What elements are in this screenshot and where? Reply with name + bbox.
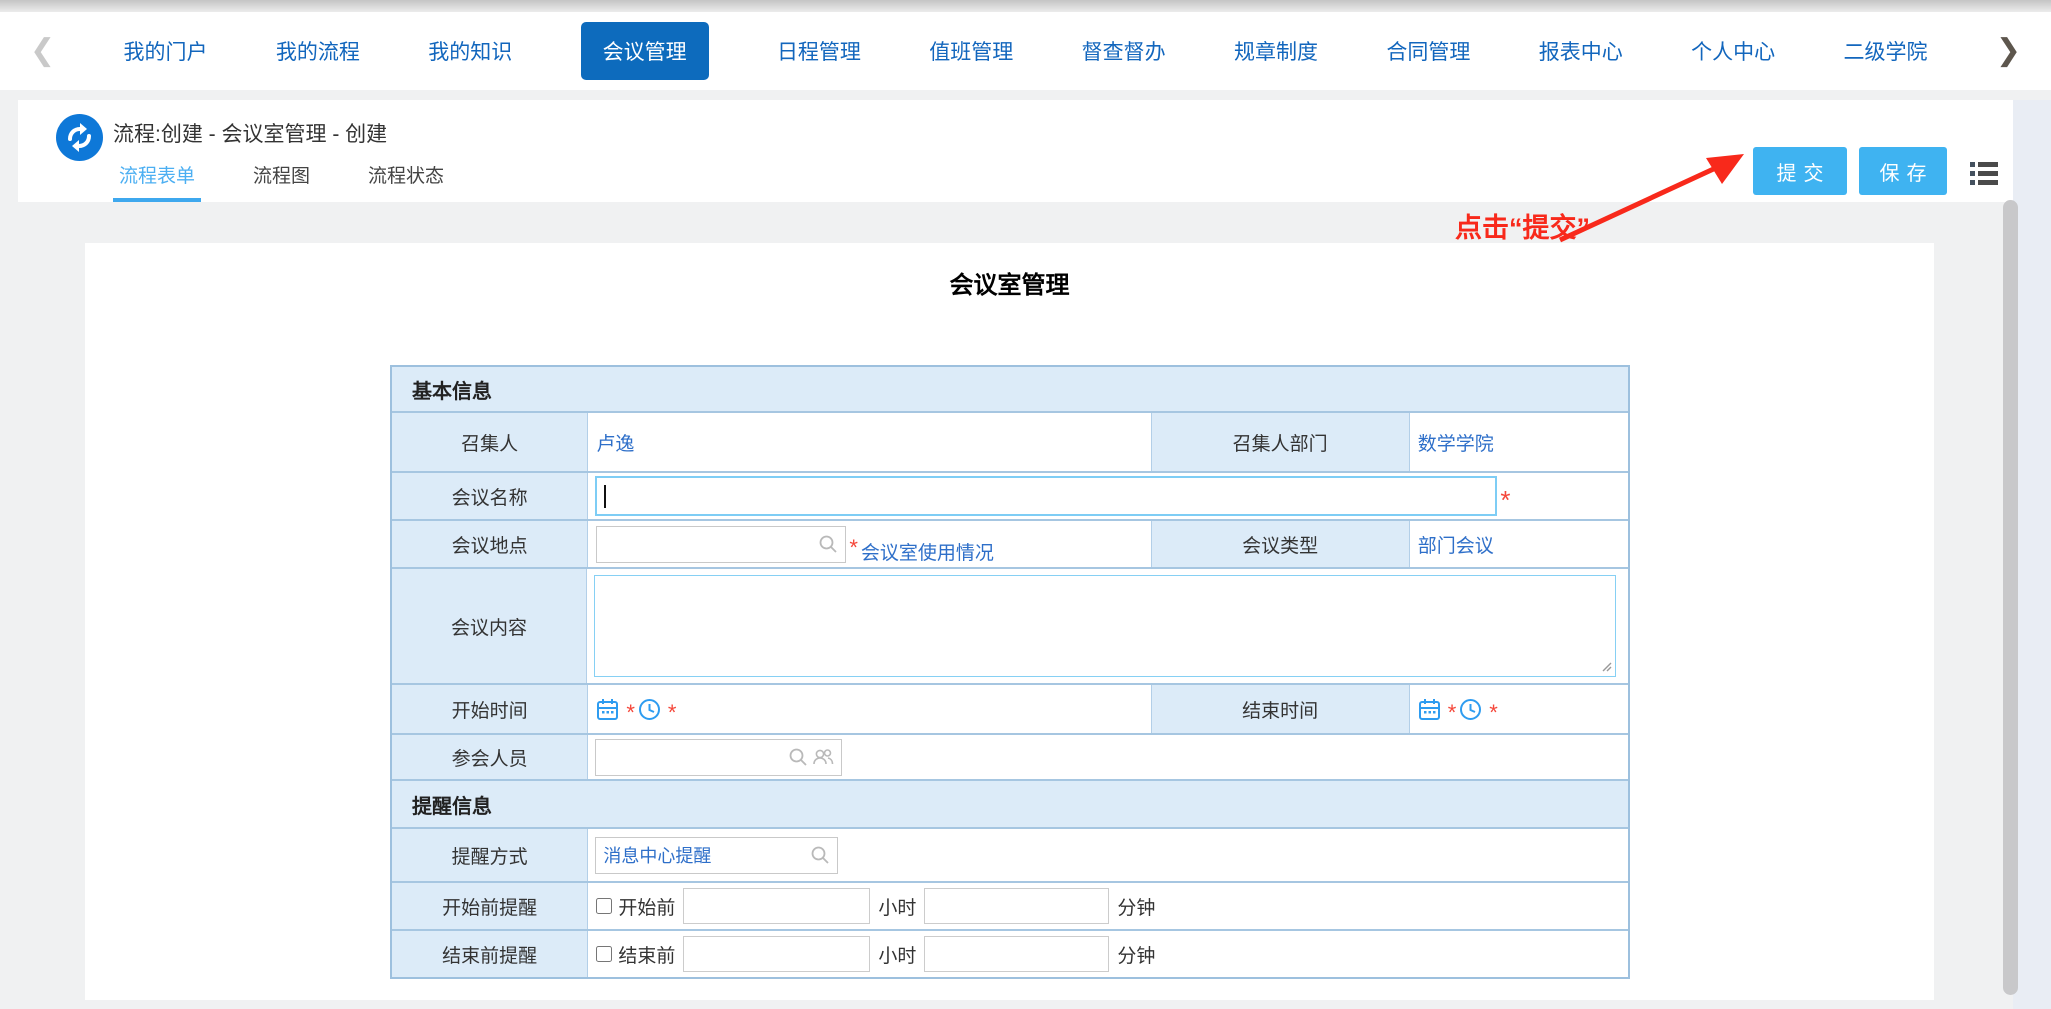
- required-asterisk: *: [1500, 495, 1510, 505]
- row-attendees: 参会人员: [392, 733, 1628, 779]
- required-asterisk: *: [1489, 708, 1498, 718]
- row-before-start-reminder: 开始前提醒 开始前 小时 分钟: [392, 881, 1628, 929]
- row-before-end-reminder: 结束前提醒 结束前 小时 分钟: [392, 929, 1628, 977]
- meeting-place-label: 会议地点: [392, 521, 587, 567]
- section-reminder-label: 提醒信息: [392, 781, 1628, 827]
- before-end-prefix: 结束前: [618, 941, 675, 968]
- tab-process-chart[interactable]: 流程图: [247, 161, 316, 202]
- remind-method-input[interactable]: [595, 837, 838, 874]
- required-asterisk: *: [849, 543, 858, 553]
- nav-item-meeting-active[interactable]: 会议管理: [581, 22, 709, 80]
- list-menu-icon[interactable]: [1968, 157, 2000, 189]
- meeting-place-input[interactable]: [596, 526, 846, 563]
- tab-process-status[interactable]: 流程状态: [362, 161, 450, 202]
- annotation-arrow-icon: [1548, 140, 1753, 245]
- main-nav: ❮ 我的门户 我的流程 我的知识 会议管理 日程管理 值班管理 督查督办 规章制…: [0, 12, 2051, 90]
- before-end-label: 结束前提醒: [392, 931, 587, 977]
- convener-value: 卢逸: [587, 413, 1150, 471]
- start-time-label: 开始时间: [392, 685, 587, 733]
- section-basic-label: 基本信息: [392, 367, 1628, 411]
- form-title: 会议室管理: [85, 265, 1934, 300]
- minutes-suffix: 分钟: [1117, 941, 1155, 968]
- tab-process-form[interactable]: 流程表单: [113, 161, 201, 202]
- text-caret: [604, 485, 606, 508]
- minutes-suffix: 分钟: [1117, 893, 1155, 920]
- before-end-checkbox[interactable]: [596, 946, 612, 962]
- process-title: 流程:创建 - 会议室管理 - 创建: [113, 118, 387, 148]
- window-top-strip: [0, 0, 2051, 12]
- meeting-name-input[interactable]: [595, 476, 1497, 516]
- scrollbar-thumb[interactable]: [2003, 200, 2018, 995]
- before-start-checkbox[interactable]: [596, 898, 612, 914]
- search-icon[interactable]: [788, 747, 808, 767]
- calendar-icon[interactable]: [1418, 698, 1441, 721]
- required-asterisk: *: [626, 708, 635, 718]
- nav-item-contract[interactable]: 合同管理: [1386, 36, 1470, 66]
- meeting-content-label: 会议内容: [392, 569, 586, 683]
- nav-item-supervise[interactable]: 督查督办: [1082, 36, 1166, 66]
- nav-item-schedule[interactable]: 日程管理: [777, 36, 861, 66]
- workflow-logo-icon: [56, 114, 103, 161]
- end-time-label: 结束时间: [1151, 685, 1409, 733]
- nav-scroll-left-icon[interactable]: ❮: [30, 36, 55, 66]
- nav-scroll-right-icon[interactable]: ❯: [1996, 36, 2021, 66]
- meeting-name-label: 会议名称: [392, 473, 587, 519]
- nav-item-rules[interactable]: 规章制度: [1234, 36, 1318, 66]
- convener-label: 召集人: [392, 413, 587, 471]
- meeting-type-value: 部门会议: [1409, 521, 1628, 567]
- meeting-form-table: 基本信息 召集人 卢逸 召集人部门 数学学院 会议名称 * 会议地点: [390, 365, 1630, 979]
- hours-suffix: 小时: [878, 941, 916, 968]
- attendees-picker-icon[interactable]: [812, 747, 834, 767]
- search-icon[interactable]: [818, 534, 838, 554]
- row-times: 开始时间 * * 结束时间 * *: [392, 683, 1628, 733]
- before-start-label: 开始前提醒: [392, 883, 587, 929]
- convener-dept-value: 数学学院: [1409, 413, 1628, 471]
- row-meeting-content: 会议内容: [392, 567, 1628, 683]
- nav-item-college[interactable]: 二级学院: [1843, 36, 1927, 66]
- before-start-minutes-input[interactable]: [924, 888, 1109, 924]
- nav-item-portal[interactable]: 我的门户: [124, 36, 208, 66]
- section-reminder-info: 提醒信息: [392, 779, 1628, 827]
- search-icon[interactable]: [810, 845, 830, 865]
- clock-icon[interactable]: [1459, 698, 1482, 721]
- room-usage-link[interactable]: 会议室使用情况: [861, 538, 994, 565]
- required-asterisk: *: [668, 708, 677, 718]
- form-panel: 会议室管理 基本信息 召集人 卢逸 召集人部门 数学学院 会议名称 * 会议地点: [85, 243, 1934, 1000]
- nav-item-report[interactable]: 报表中心: [1539, 36, 1623, 66]
- before-start-hours-input[interactable]: [683, 888, 870, 924]
- meeting-content-textarea[interactable]: [594, 575, 1616, 677]
- hours-suffix: 小时: [878, 893, 916, 920]
- before-end-minutes-input[interactable]: [924, 936, 1109, 972]
- section-basic-info: 基本信息: [392, 367, 1628, 411]
- calendar-icon[interactable]: [596, 698, 619, 721]
- before-end-hours-input[interactable]: [683, 936, 870, 972]
- before-start-prefix: 开始前: [618, 893, 675, 920]
- nav-item-flows[interactable]: 我的流程: [276, 36, 360, 66]
- row-meeting-name: 会议名称 *: [392, 471, 1628, 519]
- row-remind-method: 提醒方式: [392, 827, 1628, 881]
- convener-dept-label: 召集人部门: [1151, 413, 1409, 471]
- nav-item-knowledge[interactable]: 我的知识: [428, 36, 512, 66]
- required-asterisk: *: [1448, 708, 1457, 718]
- process-tabs: 流程表单 流程图 流程状态: [113, 161, 496, 202]
- meeting-type-label: 会议类型: [1151, 521, 1409, 567]
- scrollbar-track[interactable]: [2013, 100, 2051, 1009]
- submit-button[interactable]: 提交: [1753, 147, 1847, 195]
- row-convener: 召集人 卢逸 召集人部门 数学学院: [392, 411, 1628, 471]
- attendees-label: 参会人员: [392, 735, 587, 779]
- save-button[interactable]: 保存: [1859, 147, 1947, 195]
- nav-item-personal[interactable]: 个人中心: [1691, 36, 1775, 66]
- clock-icon[interactable]: [638, 698, 661, 721]
- row-meeting-place: 会议地点 * 会议室使用情况 会议类型 部门会议: [392, 519, 1628, 567]
- remind-method-label: 提醒方式: [392, 829, 587, 881]
- nav-item-duty[interactable]: 值班管理: [929, 36, 1013, 66]
